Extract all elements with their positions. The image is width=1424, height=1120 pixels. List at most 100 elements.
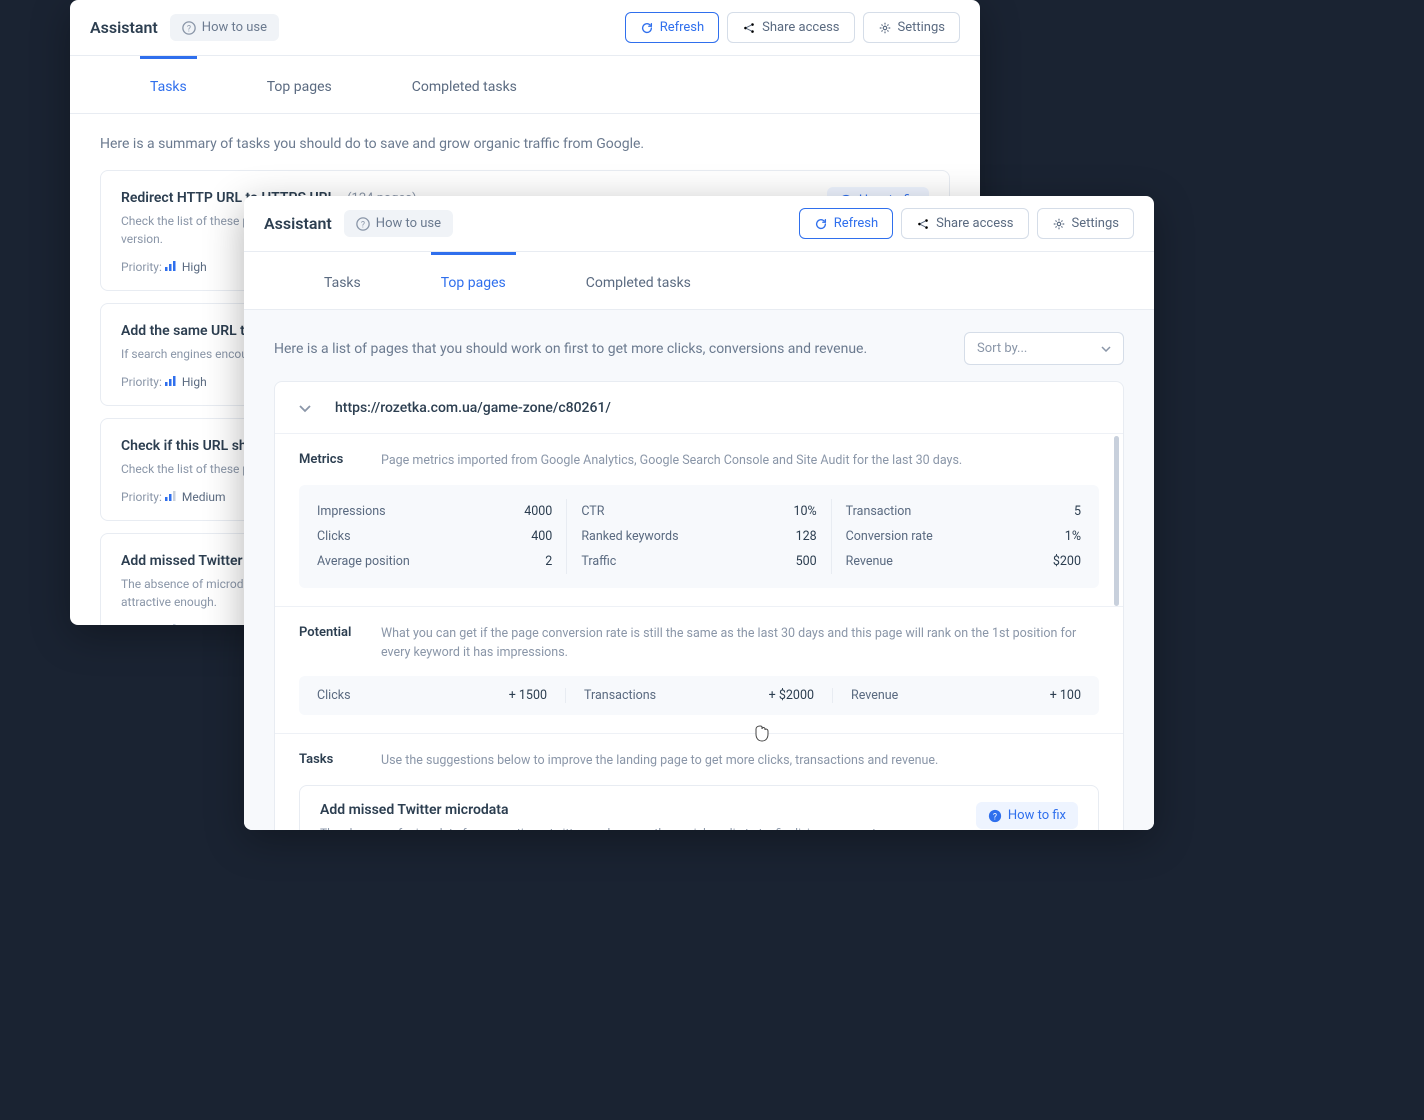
tab-completed[interactable]: Completed tasks (402, 56, 527, 113)
potential-key: Clicks (317, 688, 351, 703)
priority-icon (165, 490, 177, 504)
metric-key: CTR (581, 504, 604, 519)
topbar: Assistant ? How to use Refresh Share acc… (70, 0, 980, 56)
help-icon: ? (988, 809, 1002, 823)
metric-val: 400 (531, 529, 552, 544)
share-label: Share access (762, 20, 839, 35)
metric-key: Impressions (317, 504, 386, 519)
subtask-card: Add missed Twitter microdata The absence… (299, 785, 1099, 830)
subtask-title: Add missed Twitter microdata (320, 802, 956, 818)
gear-icon (878, 21, 892, 35)
intro-text: Here is a list of pages that you should … (274, 341, 944, 357)
settings-label: Settings (898, 20, 945, 35)
section-label: Potential (299, 625, 361, 640)
app-title: Assistant (90, 18, 158, 37)
potential-grid: Clicks + 1500 Transactions + $2000 Revenue… (299, 676, 1099, 715)
priority-label: Priority: (121, 623, 162, 625)
section-desc: What you can get if the page conversion … (381, 625, 1099, 663)
tab-completed[interactable]: Completed tasks (576, 252, 701, 309)
tasks-section: Tasks Use the suggestions below to impro… (275, 733, 1123, 830)
metrics-grid: Impressions4000 Clicks400 Average positi… (299, 485, 1099, 588)
potential-section: Potential What you can get if the page c… (275, 606, 1123, 734)
how-to-use-button[interactable]: ? How to use (344, 210, 453, 237)
priority-icon (165, 623, 177, 625)
subtask-desc: The absence of microdata for generating … (320, 824, 956, 830)
share-button[interactable]: Share access (727, 12, 854, 43)
metric-val: $200 (1053, 554, 1081, 569)
page-header[interactable]: https://rozetka.com.ua/game-zone/c80261/ (275, 382, 1123, 433)
metric-key: Traffic (581, 554, 616, 569)
share-icon (742, 21, 756, 35)
potential-val: + $2000 (769, 688, 814, 703)
how-to-fix-label: How to fix (1008, 808, 1066, 823)
potential-val: + 100 (1050, 688, 1081, 703)
chevron-down-icon (1101, 341, 1111, 356)
metric-key: Ranked keywords (581, 529, 678, 544)
intro-text: Here is a summary of tasks you should do… (100, 136, 950, 152)
priority-label: Priority: (121, 375, 162, 389)
topbar: Assistant ? How to use Refresh Share acc… (244, 196, 1154, 252)
metric-val: 5 (1074, 504, 1081, 519)
metrics-section: Metrics Page metrics imported from Googl… (275, 433, 1123, 606)
section-label: Metrics (299, 452, 361, 467)
priority-value: High (182, 260, 207, 274)
refresh-icon (814, 217, 828, 231)
how-to-use-label: How to use (202, 20, 267, 35)
priority-value: High (182, 375, 207, 389)
sort-select[interactable]: Sort by... (964, 332, 1124, 365)
share-button[interactable]: Share access (901, 208, 1028, 239)
share-icon (916, 217, 930, 231)
sort-placeholder: Sort by... (977, 341, 1027, 356)
potential-key: Transactions (584, 688, 656, 703)
help-icon: ? (182, 21, 196, 35)
tab-top-pages[interactable]: Top pages (431, 252, 516, 309)
refresh-button[interactable]: Refresh (625, 12, 719, 43)
metric-val: 128 (796, 529, 817, 544)
tab-tasks[interactable]: Tasks (314, 252, 371, 309)
settings-button[interactable]: Settings (863, 12, 960, 43)
refresh-icon (640, 21, 654, 35)
potential-key: Revenue (851, 688, 898, 703)
priority-icon (165, 375, 177, 389)
refresh-label: Refresh (660, 20, 704, 35)
content: Here is a list of pages that you should … (244, 310, 1154, 830)
refresh-label: Refresh (834, 216, 878, 231)
metric-val: 500 (796, 554, 817, 569)
priority-label: Priority: (121, 260, 162, 274)
tab-tasks[interactable]: Tasks (140, 56, 197, 113)
metric-key: Revenue (846, 554, 893, 569)
metric-key: Conversion rate (846, 529, 933, 544)
scrollbar-thumb[interactable] (1114, 436, 1119, 606)
section-desc: Use the suggestions below to improve the… (381, 752, 1099, 771)
metric-val: 10% (793, 504, 816, 519)
priority-value: Medium (182, 623, 226, 625)
priority-icon (165, 260, 177, 274)
section-desc: Page metrics imported from Google Analyt… (381, 452, 1099, 471)
metric-val: 1% (1065, 529, 1081, 544)
assistant-panel-top-pages: Assistant ? How to use Refresh Share acc… (244, 196, 1154, 830)
how-to-use-button[interactable]: ? How to use (170, 14, 279, 41)
settings-button[interactable]: Settings (1037, 208, 1134, 239)
tabs: Tasks Top pages Completed tasks (244, 252, 1154, 310)
metric-key: Transaction (846, 504, 912, 519)
priority-label: Priority: (121, 490, 162, 504)
metric-key: Clicks (317, 529, 351, 544)
svg-text:?: ? (361, 220, 365, 230)
priority-value: Medium (182, 490, 226, 504)
section-label: Tasks (299, 752, 361, 767)
how-to-use-label: How to use (376, 216, 441, 231)
svg-text:?: ? (187, 24, 191, 34)
tab-top-pages[interactable]: Top pages (257, 56, 342, 113)
metric-val: 2 (545, 554, 552, 569)
potential-val: + 1500 (509, 688, 547, 703)
svg-text:?: ? (993, 812, 997, 822)
how-to-fix-button[interactable]: ? How to fix (976, 802, 1078, 829)
share-label: Share access (936, 216, 1013, 231)
app-title: Assistant (264, 214, 332, 233)
page-card: https://rozetka.com.ua/game-zone/c80261/… (274, 381, 1124, 830)
settings-label: Settings (1072, 216, 1119, 231)
page-url: https://rozetka.com.ua/game-zone/c80261/ (335, 400, 611, 416)
refresh-button[interactable]: Refresh (799, 208, 893, 239)
metric-val: 4000 (524, 504, 552, 519)
gear-icon (1052, 217, 1066, 231)
